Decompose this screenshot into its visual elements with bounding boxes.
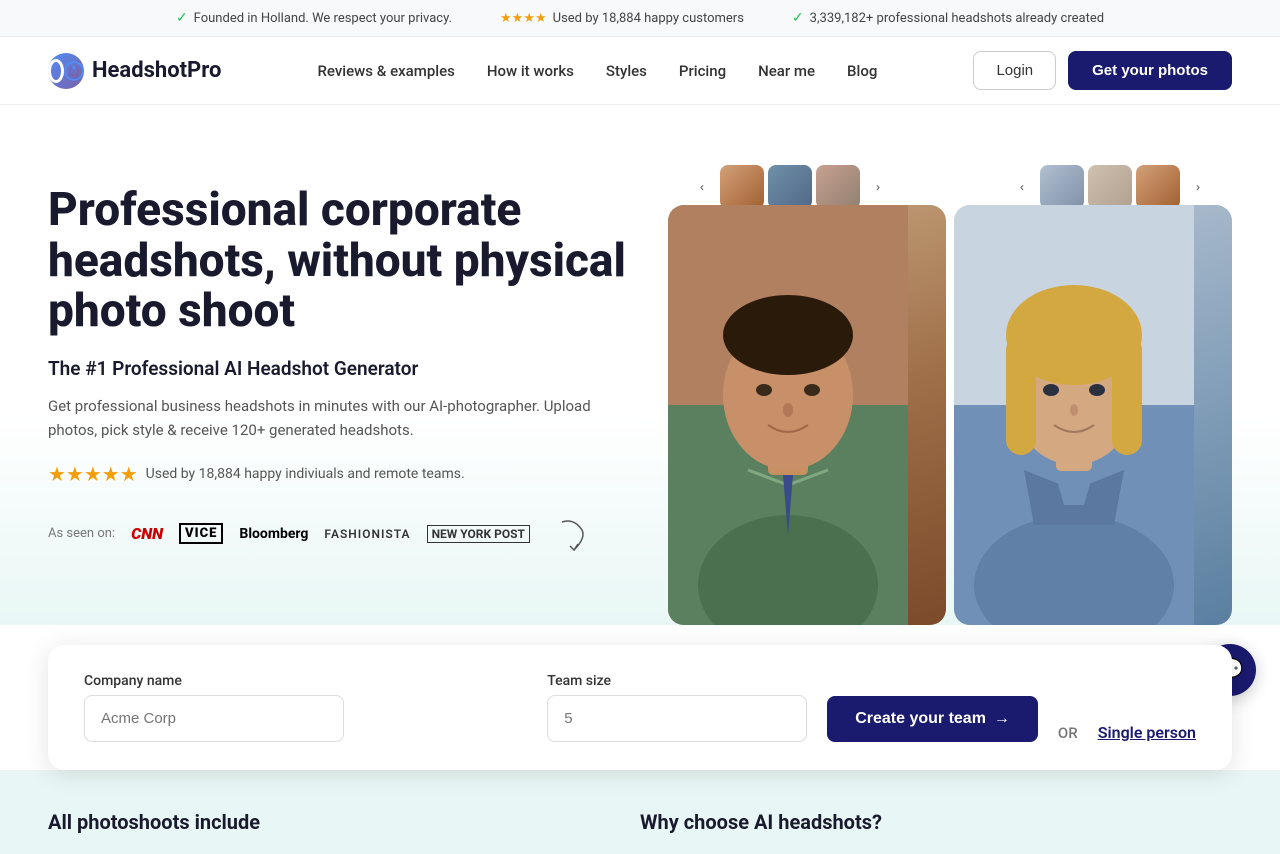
nav-styles[interactable]: Styles	[606, 62, 647, 80]
hero-subtitle: The #1 Professional AI Headshot Generato…	[48, 357, 628, 380]
topbar-item-customers: ★★★★ Used by 18,884 happy customers	[500, 11, 744, 26]
hero-description: Get professional business headshots in m…	[48, 394, 628, 442]
hero-section: Professional corporate headshots, withou…	[0, 105, 1280, 625]
company-input[interactable]	[84, 695, 344, 742]
top-bar: ✓ Founded in Holland. We respect your pr…	[0, 0, 1280, 37]
photo-male	[668, 205, 946, 625]
logo[interactable]: HeadshotPro	[48, 53, 221, 89]
bottom-col1-title: All photoshoots include	[48, 810, 640, 834]
hero-photos: ‹ › ‹ ›	[668, 165, 1232, 625]
login-button[interactable]: Login	[973, 51, 1056, 90]
team-size-input[interactable]	[547, 695, 807, 742]
or-divider: OR	[1058, 724, 1078, 742]
star-icons: ★★★★	[500, 11, 547, 26]
thumbnail-3[interactable]	[816, 165, 860, 209]
single-person-link[interactable]: Single person	[1098, 723, 1196, 742]
thumbnail-5[interactable]	[1088, 165, 1132, 209]
create-team-arrow: →	[994, 710, 1010, 728]
prev-thumb-button[interactable]: ‹	[688, 173, 716, 201]
thumbnail-2[interactable]	[768, 165, 812, 209]
thumb-strip-right: ‹ ›	[1008, 165, 1212, 209]
topbar-customers-text: Used by 18,884 happy customers	[553, 11, 744, 26]
nav-reviews[interactable]: Reviews & examples	[317, 62, 454, 80]
logo-text: HeadshotPro	[92, 58, 221, 83]
photo-grid	[668, 205, 1232, 625]
brand-cnn: CNN	[131, 524, 163, 543]
company-label: Company name	[84, 673, 527, 689]
brand-fashionista: FASHIONISTA	[324, 527, 410, 541]
team-form: Company name Team size Create your team …	[48, 645, 1232, 770]
as-seen-row: As seen on: CNN VICE Bloomberg FASHIONIS…	[48, 514, 628, 554]
nav-how-it-works[interactable]: How it works	[487, 62, 574, 80]
company-field-group: Company name	[84, 673, 527, 742]
topbar-item-privacy: ✓ Founded in Holland. We respect your pr…	[176, 10, 452, 26]
brand-nyp: NEW YORK POST	[427, 525, 530, 543]
hero-rating-text: Used by 18,884 happy indiviuals and remo…	[146, 466, 465, 482]
topbar-headshots-text: 3,339,182+ professional headshots alread…	[810, 11, 1104, 26]
nav-links: Reviews & examples How it works Styles P…	[317, 62, 877, 80]
get-photos-button[interactable]: Get your photos	[1068, 51, 1232, 90]
bottom-col-1: All photoshoots include	[48, 810, 640, 834]
navbar: HeadshotPro Reviews & examples How it wo…	[0, 37, 1280, 105]
nav-near-me[interactable]: Near me	[758, 62, 815, 80]
female-headshot-svg	[954, 205, 1194, 625]
create-team-button[interactable]: Create your team →	[827, 696, 1038, 742]
thumb-strip-left: ‹ ›	[688, 165, 892, 209]
next-thumb-button[interactable]: ›	[864, 173, 892, 201]
thumbnail-6[interactable]	[1136, 165, 1180, 209]
decorative-arrow	[554, 514, 594, 554]
brand-vice: VICE	[179, 523, 223, 544]
rating-row: ★★★★★ Used by 18,884 happy indiviuals an…	[48, 462, 628, 486]
hero-title: Professional corporate headshots, withou…	[48, 185, 628, 337]
nav-actions: Login Get your photos	[973, 51, 1232, 90]
bottom-col2-title: Why choose AI headshots?	[640, 810, 1232, 834]
topbar-item-headshots: ✓ 3,339,182+ professional headshots alre…	[792, 10, 1104, 26]
check-icon-2: ✓	[792, 10, 804, 26]
bottom-preview: All photoshoots include Why choose AI he…	[0, 770, 1280, 854]
male-headshot-svg	[668, 205, 908, 625]
nav-blog[interactable]: Blog	[847, 62, 877, 80]
prev-thumb-button-2[interactable]: ‹	[1008, 173, 1036, 201]
next-thumb-button-2[interactable]: ›	[1184, 173, 1212, 201]
hero-stars: ★★★★★	[48, 462, 138, 486]
team-size-label: Team size	[547, 673, 807, 689]
hero-content: Professional corporate headshots, withou…	[48, 165, 628, 554]
check-icon: ✓	[176, 10, 188, 26]
topbar-privacy-text: Founded in Holland. We respect your priv…	[194, 11, 452, 26]
team-size-field-group: Team size	[547, 673, 807, 742]
thumbnail-4[interactable]	[1040, 165, 1084, 209]
thumbnail-1[interactable]	[720, 165, 764, 209]
create-team-label: Create your team	[855, 710, 986, 728]
logo-icon	[48, 53, 84, 89]
bottom-col-2: Why choose AI headshots?	[640, 810, 1232, 834]
as-seen-label: As seen on:	[48, 526, 115, 541]
nav-pricing[interactable]: Pricing	[679, 62, 726, 80]
brand-bloomberg: Bloomberg	[239, 526, 308, 542]
photo-female	[954, 205, 1232, 625]
